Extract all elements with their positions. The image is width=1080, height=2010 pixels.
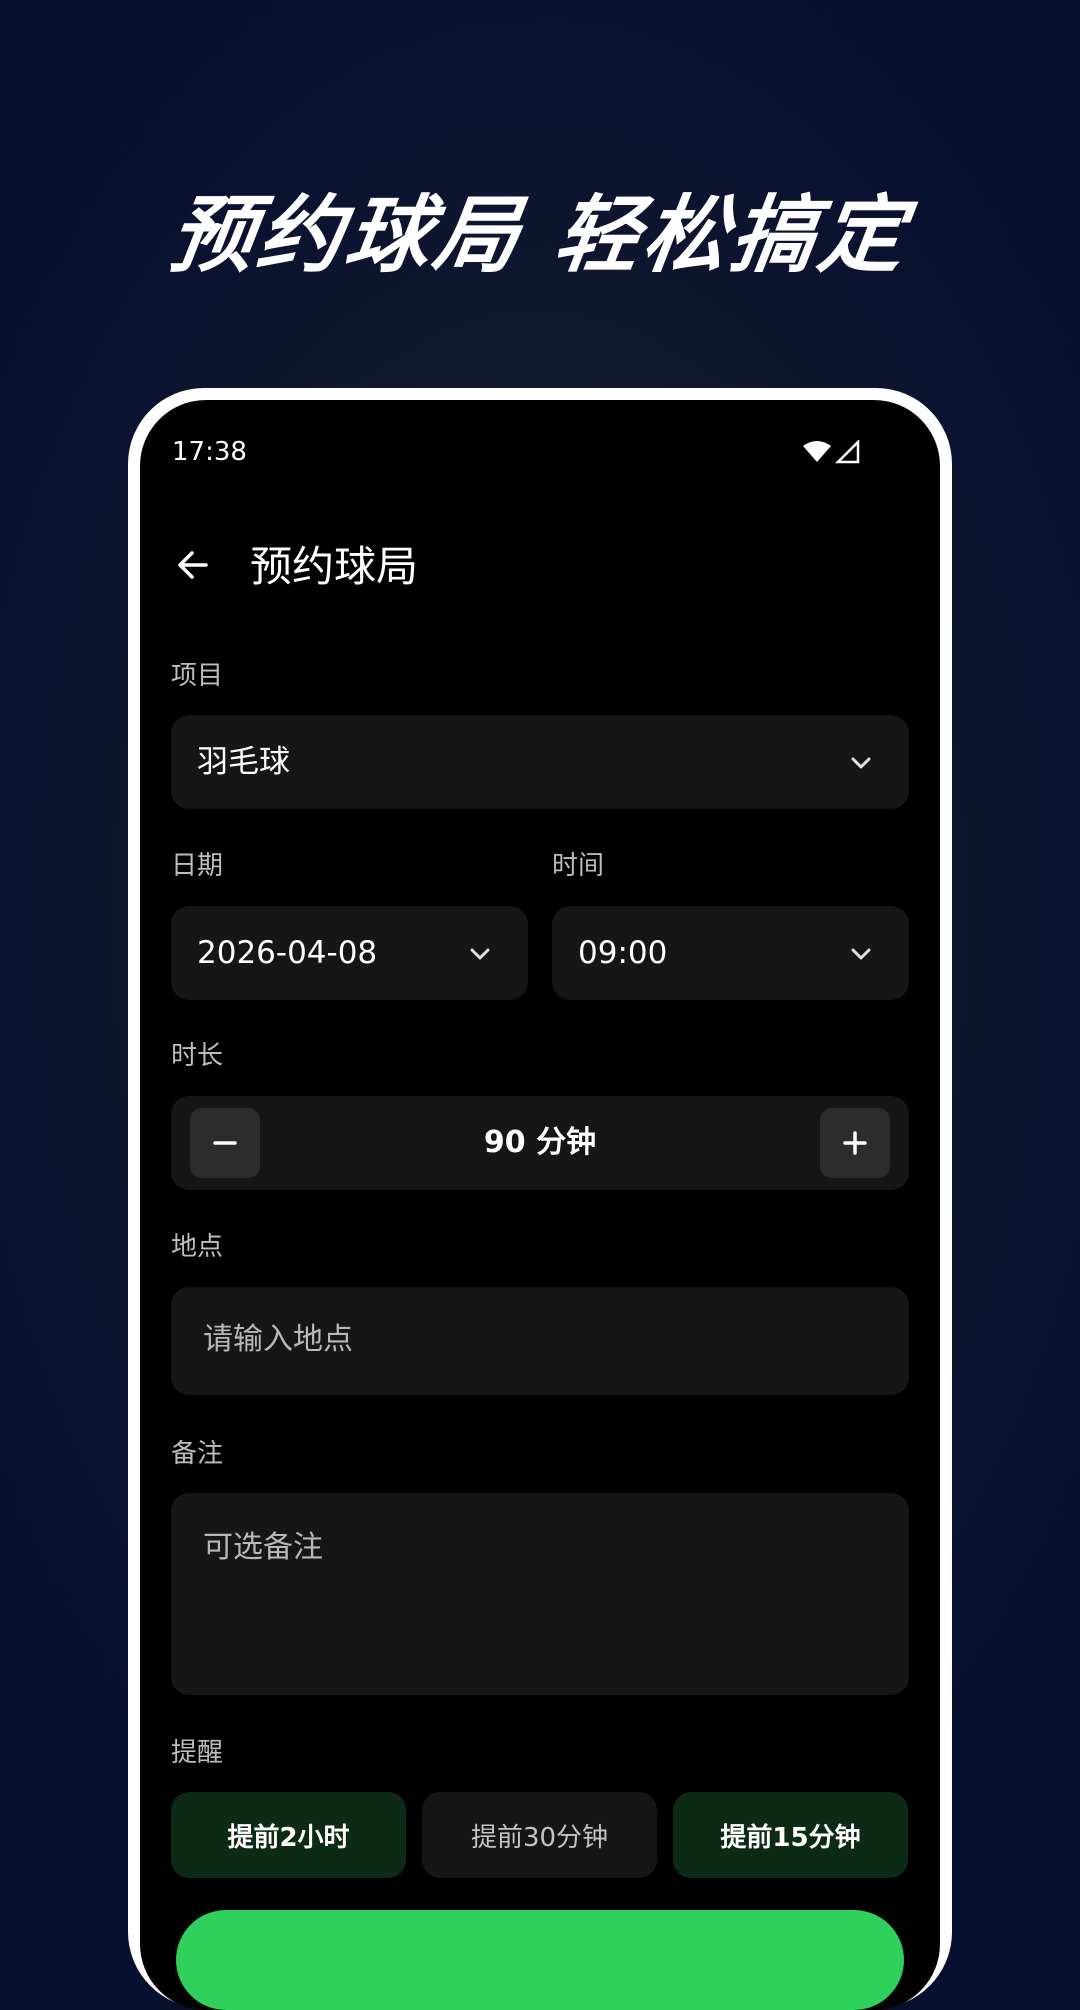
sport-select[interactable]: 羽毛球 — [171, 715, 909, 809]
page-title: 预约球局 — [250, 542, 419, 591]
location-input[interactable]: 请输入地点 — [171, 1287, 909, 1395]
notes-placeholder: 可选备注 — [203, 1530, 323, 1565]
location-label: 地点 — [171, 1232, 224, 1262]
status-bar: 17:38 — [140, 400, 940, 467]
date-select[interactable]: 2026-04-08 — [171, 906, 528, 1000]
signal-icon — [834, 440, 860, 464]
duration-stepper: 90 分钟 — [171, 1096, 909, 1190]
time-select[interactable]: 09:00 — [552, 906, 909, 1000]
chevron-down-icon — [851, 948, 871, 960]
chevron-down-icon — [470, 948, 490, 960]
status-icons — [802, 440, 860, 464]
sport-label: 项目 — [171, 661, 224, 691]
notes-input[interactable]: 可选备注 — [171, 1493, 909, 1695]
decrease-duration-button[interactable] — [190, 1108, 260, 1178]
arrow-left-icon — [178, 551, 208, 579]
location-placeholder: 请输入地点 — [203, 1322, 353, 1357]
headline: 预约球局 轻松搞定 — [163, 186, 915, 284]
status-time: 17:38 — [172, 437, 247, 467]
duration-label: 时长 — [171, 1041, 224, 1071]
phone-screen: 17:38 预约球局 项目 羽毛球 日期 2026-04-08 时间 09:00… — [140, 400, 940, 2010]
time-value: 09:00 — [578, 935, 668, 971]
submit-button[interactable] — [176, 1910, 904, 2010]
duration-value: 90 分钟 — [483, 1125, 597, 1160]
notes-label: 备注 — [171, 1439, 224, 1469]
app-bar: 预约球局 — [140, 530, 940, 600]
reminder-chip-15min[interactable]: 提前15分钟 — [673, 1792, 908, 1878]
time-label: 时间 — [552, 851, 605, 881]
date-value: 2026-04-08 — [197, 935, 378, 971]
sport-value: 羽毛球 — [197, 744, 290, 780]
date-label: 日期 — [171, 851, 224, 881]
plus-icon — [843, 1131, 867, 1155]
reminder-chip-30min[interactable]: 提前30分钟 — [422, 1792, 657, 1878]
reminder-label: 提醒 — [171, 1738, 224, 1768]
wifi-icon — [803, 441, 831, 462]
minus-icon — [213, 1141, 237, 1145]
chevron-down-icon — [851, 757, 871, 769]
back-button[interactable] — [168, 540, 218, 590]
reminder-chip-2h[interactable]: 提前2小时 — [171, 1792, 406, 1878]
increase-duration-button[interactable] — [820, 1108, 890, 1178]
